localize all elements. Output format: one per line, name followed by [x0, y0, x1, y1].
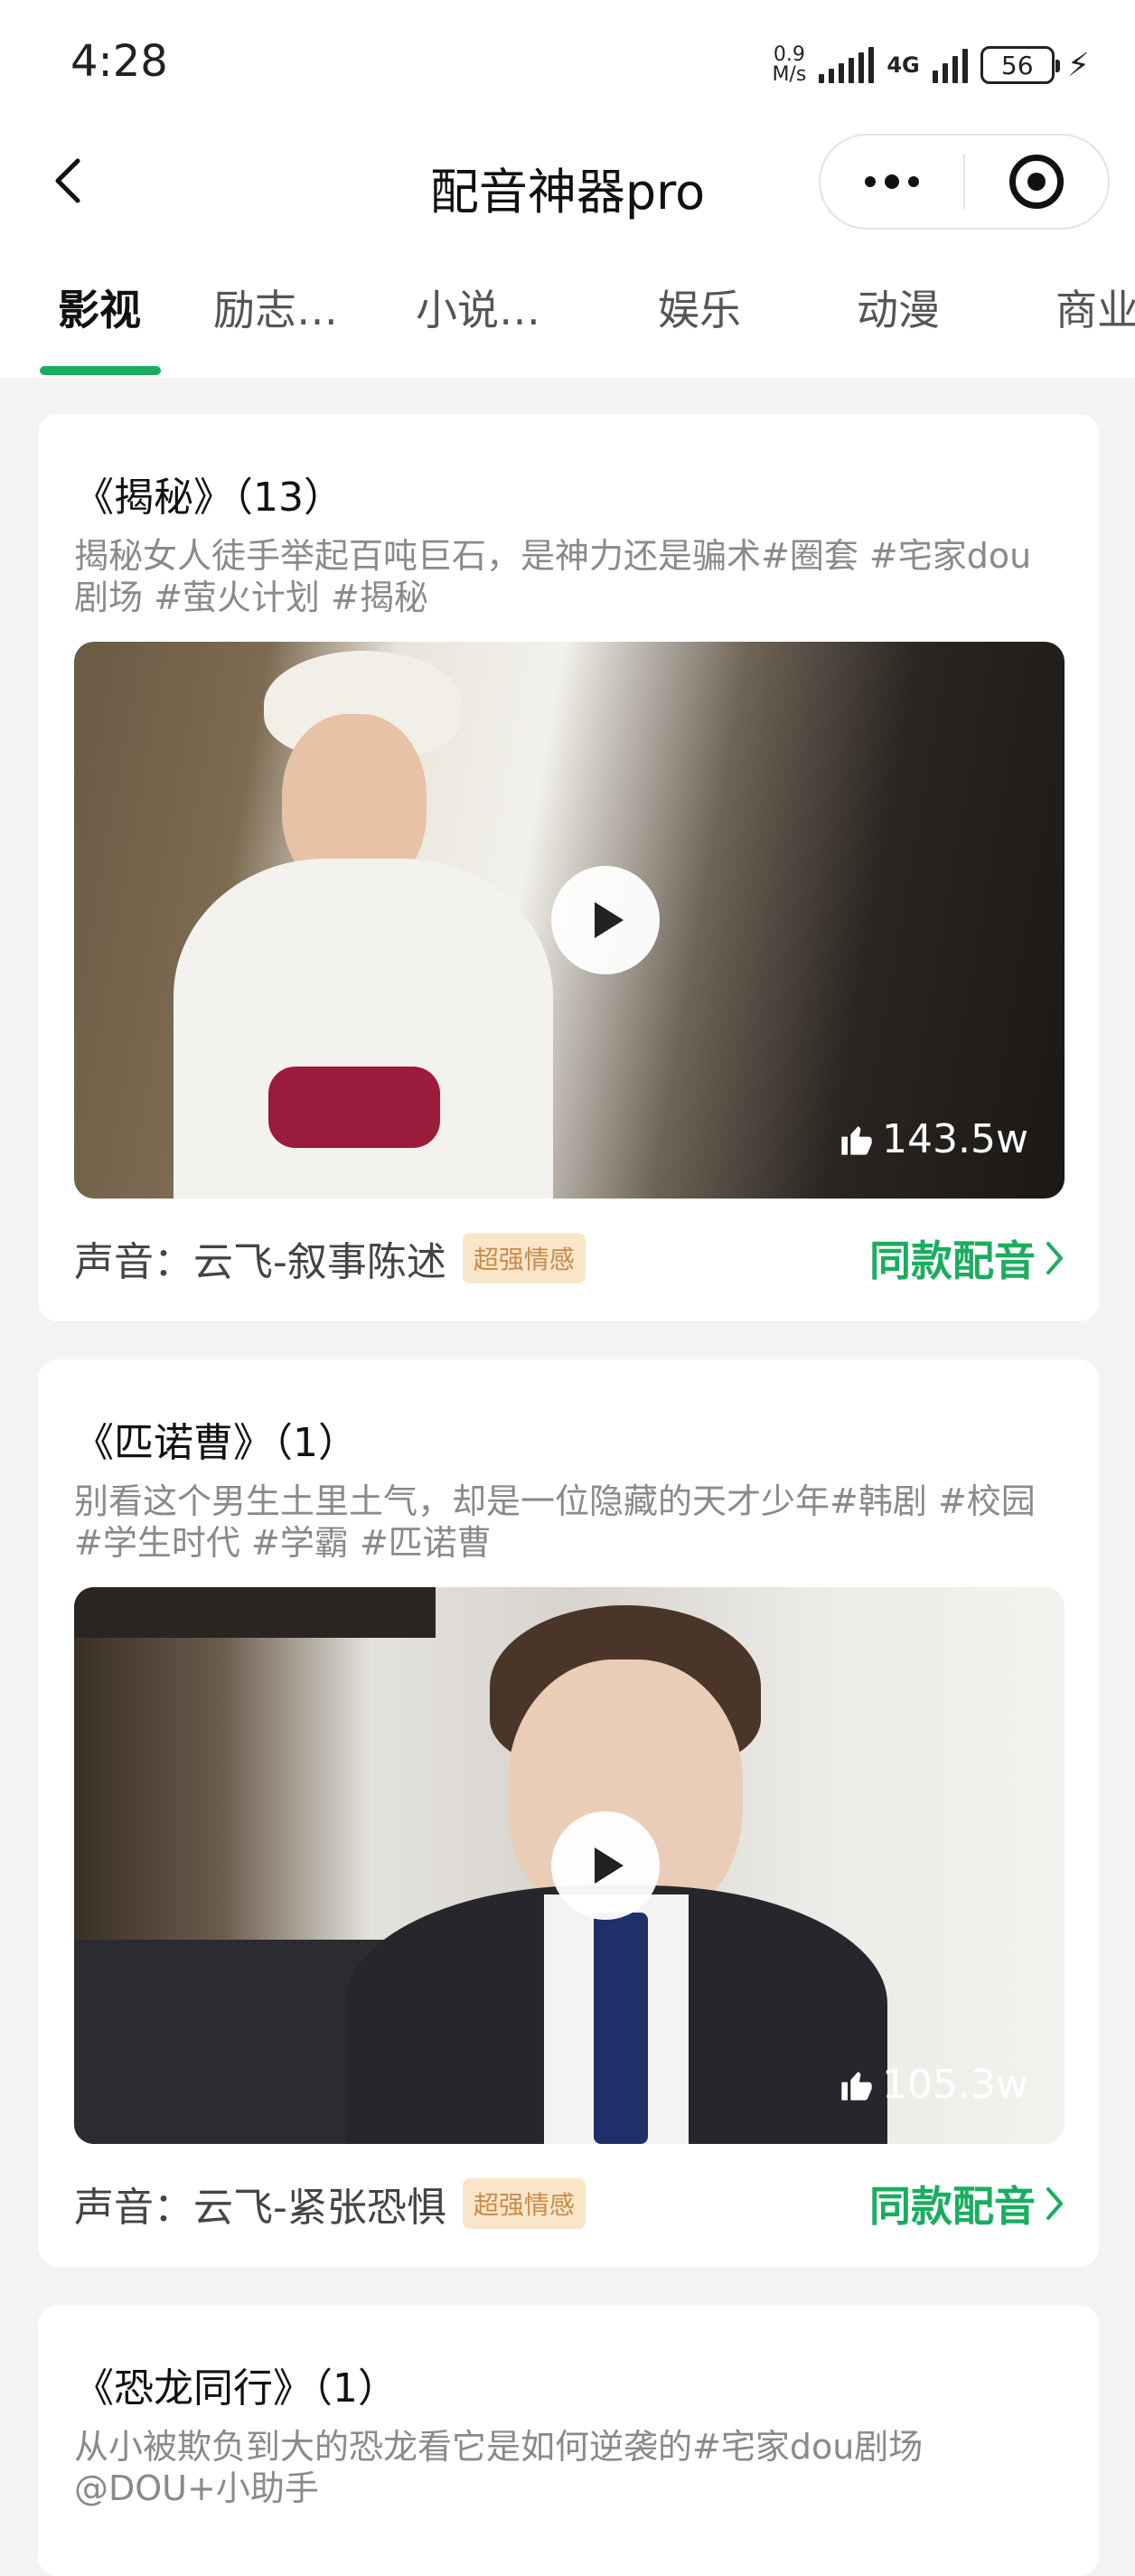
play-button[interactable]	[551, 866, 660, 974]
nav-bar: 配音神器pro	[0, 127, 1135, 240]
close-target-icon[interactable]	[965, 136, 1108, 228]
same-dubbing-button[interactable]: 同款配音	[869, 1228, 1065, 1288]
status-icons: 0.9 M/s 4G 56 ⚡	[772, 40, 1090, 90]
more-icon[interactable]	[821, 136, 963, 228]
video-thumbnail[interactable]: 105.3w	[74, 1587, 1065, 2144]
thumbs-up-icon	[841, 2071, 872, 2101]
status-time: 4:28	[70, 36, 168, 87]
tab-anime[interactable]: 动漫	[857, 277, 940, 337]
network-speed-value: 0.9	[773, 43, 805, 66]
tab-film[interactable]: 影视	[58, 277, 141, 337]
same-dubbing-label: 同款配音	[869, 2182, 1036, 2231]
video-card[interactable]: 《揭秘》（13） 揭秘女人徒手举起百吨巨石，是神力还是骗术#圈套 #宅家dou剧…	[38, 414, 1099, 1321]
tab-entertainment[interactable]: 娱乐	[658, 277, 741, 337]
same-dubbing-button[interactable]: 同款配音	[869, 2174, 1065, 2233]
likes-count: 105.3w	[839, 2062, 1028, 2108]
thumbs-up-icon	[841, 1125, 872, 1155]
network-speed: 0.9 M/s	[772, 45, 806, 85]
mini-program-capsule	[819, 134, 1110, 230]
battery-icon: 56	[980, 46, 1060, 84]
tab-inspiration[interactable]: 励志…	[213, 277, 338, 337]
likes-value: 143.5w	[882, 1116, 1028, 1162]
same-dubbing-label: 同款配音	[869, 1236, 1036, 1285]
shelf-top-shape	[74, 1587, 436, 1638]
emotion-badge: 超强情感	[462, 2178, 586, 2229]
status-bar: 4:28 0.9 M/s 4G 56 ⚡	[0, 0, 1135, 127]
voice-row: 声音：云飞-紧张恐惧 超强情感 同款配音	[74, 2176, 1065, 2231]
emotion-badge: 超强情感	[462, 1233, 586, 1283]
chevron-right-icon	[1046, 2187, 1063, 2220]
voice-row: 声音：云飞-叙事陈述 超强情感 同款配音	[74, 1231, 1065, 1285]
tab-novel[interactable]: 小说…	[416, 277, 540, 337]
charging-icon: ⚡	[1066, 46, 1090, 84]
tab-active-indicator	[40, 366, 161, 375]
network-speed-unit: M/s	[772, 63, 807, 86]
card-title: 《匹诺曹》（1）	[74, 1420, 358, 1466]
likes-count: 143.5w	[839, 1116, 1028, 1162]
play-button[interactable]	[551, 1811, 660, 1920]
card-description: 别看这个男生土里土气，却是一位隐藏的天才少年#韩剧 #校园 #学生时代 #学霸 …	[74, 1481, 1036, 1563]
signal-icon	[819, 47, 875, 83]
battery-level: 56	[1000, 50, 1034, 80]
card-title: 《恐龙同行》（1）	[74, 2365, 398, 2411]
video-card[interactable]: 《匹诺曹》（1） 别看这个男生土里土气，却是一位隐藏的天才少年#韩剧 #校园 #…	[38, 1359, 1099, 2267]
category-tabs: 影视 励志… 小说… 娱乐 动漫 商业	[0, 240, 1135, 378]
signal-4g-icon	[932, 47, 968, 83]
tie-shape	[594, 1913, 648, 2144]
card-description: 揭秘女人徒手举起百吨巨石，是神力还是骗术#圈套 #宅家dou剧场 #萤火计划 #…	[74, 536, 1032, 617]
video-card[interactable]: 《恐龙同行》（1） 从小被欺负到大的恐龙看它是如何逆袭的#宅家dou剧场 @DO…	[38, 2305, 1099, 2576]
video-thumbnail[interactable]: 143.5w	[74, 642, 1065, 1199]
voice-label: 声音：云飞-叙事陈述	[74, 1239, 446, 1285]
chevron-right-icon	[1046, 1242, 1063, 1274]
network-type: 4G	[886, 52, 920, 78]
likes-value: 105.3w	[882, 2062, 1028, 2108]
card-title: 《揭秘》（13）	[74, 475, 343, 521]
voice-label: 声音：云飞-紧张恐惧	[74, 2185, 446, 2231]
card-description: 从小被欺负到大的恐龙看它是如何逆袭的#宅家dou剧场 @DOU+小助手	[74, 2427, 924, 2508]
tab-business[interactable]: 商业	[1055, 277, 1135, 337]
red-bow-shape	[268, 1067, 440, 1148]
